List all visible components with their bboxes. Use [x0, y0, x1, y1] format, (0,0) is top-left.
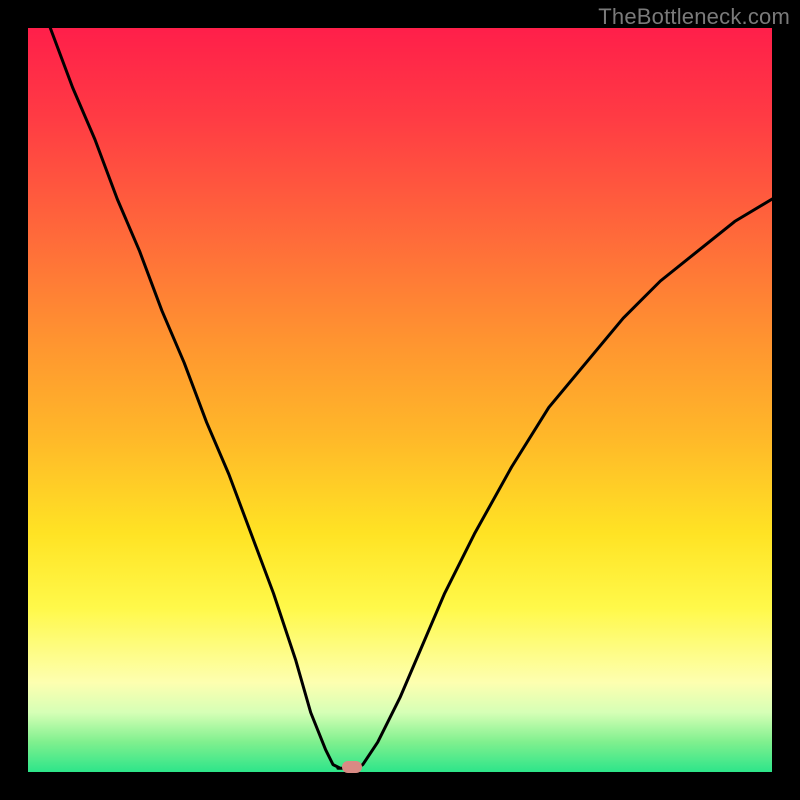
bottleneck-curve	[28, 28, 772, 772]
curve-path	[50, 28, 772, 768]
plot-area	[28, 28, 772, 772]
minimum-marker	[342, 761, 362, 773]
watermark-text: TheBottleneck.com	[598, 4, 790, 30]
chart-frame: TheBottleneck.com	[0, 0, 800, 800]
